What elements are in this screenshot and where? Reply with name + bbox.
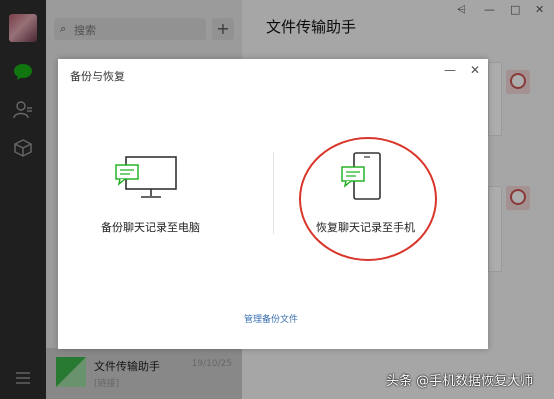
highlight-circle	[299, 137, 437, 261]
dialog-minimize-button[interactable]: —	[444, 63, 456, 77]
dialog-close-button[interactable]: ✕	[470, 63, 480, 77]
computer-chat-icon	[114, 155, 182, 207]
backup-to-pc-option[interactable]: 备份聊天记录至电脑	[88, 151, 248, 241]
watermark: 头条 @手机数据恢复大师	[386, 374, 534, 389]
backup-to-pc-label: 备份聊天记录至电脑	[101, 221, 200, 234]
dialog-title: 备份与恢复	[70, 70, 125, 83]
manage-backup-link[interactable]: 管理备份文件	[244, 312, 298, 325]
option-divider	[273, 152, 274, 234]
